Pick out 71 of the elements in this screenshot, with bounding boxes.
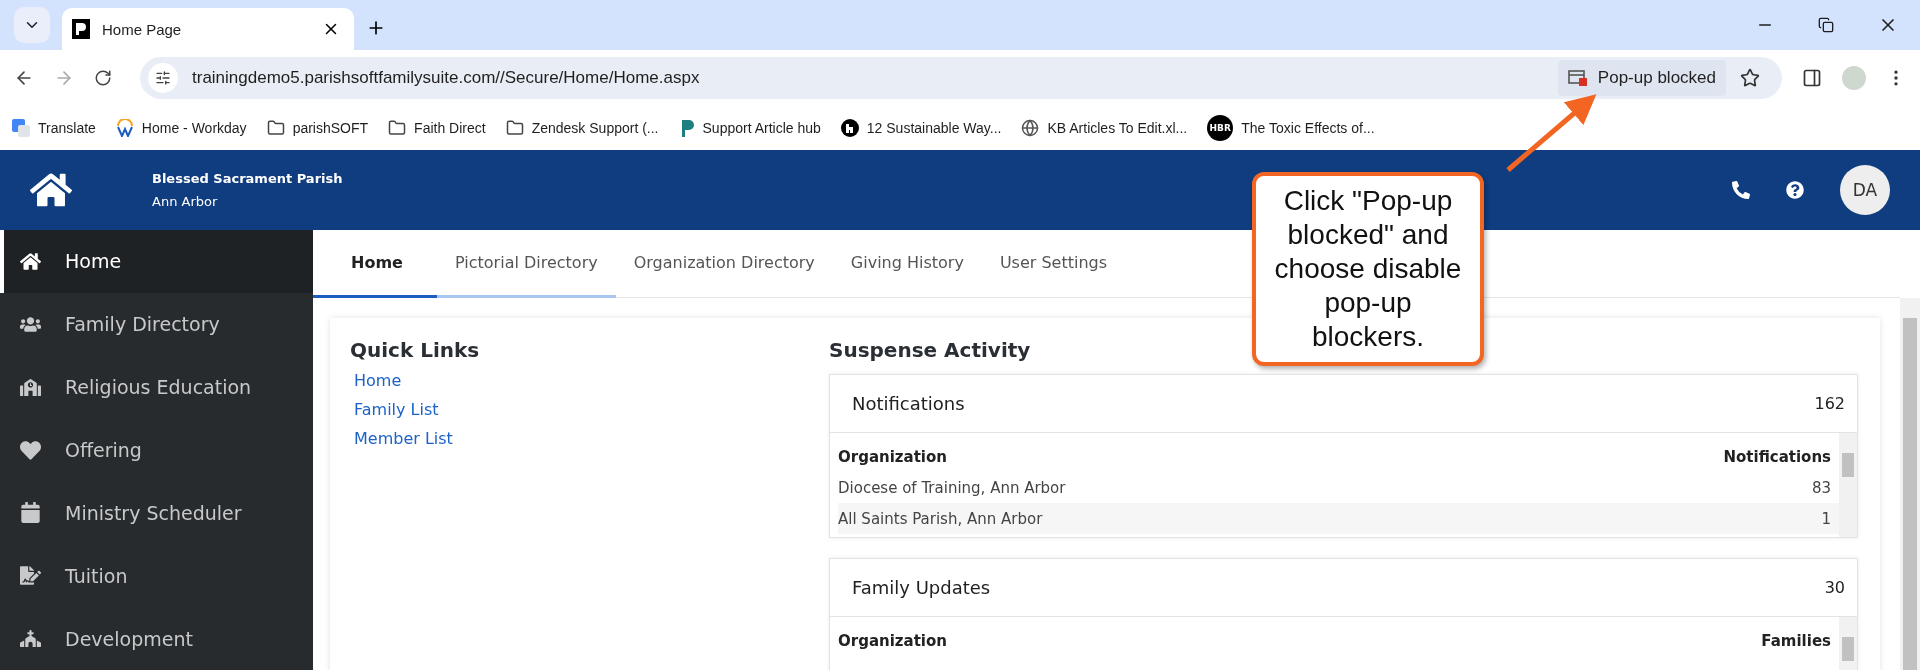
- side-panel-icon[interactable]: [1802, 68, 1822, 88]
- bookmark-link[interactable]: Faith Direct: [414, 120, 486, 136]
- phone-icon[interactable]: [1732, 181, 1750, 199]
- user-avatar[interactable]: DA: [1840, 165, 1890, 215]
- column-header: Families: [1761, 631, 1831, 650]
- nav-tab[interactable]: Organization Directory: [615, 230, 833, 298]
- parish-city: Ann Arbor: [152, 194, 219, 209]
- section-heading: Suspense Activity: [829, 338, 1031, 362]
- nav-tab[interactable]: User Settings: [981, 230, 1126, 298]
- quick-link[interactable]: Member List: [350, 424, 829, 453]
- folder-icon: [505, 119, 524, 137]
- scrollbar[interactable]: [1839, 433, 1857, 537]
- globe-icon: [1021, 119, 1040, 137]
- panel-count: 162: [1814, 394, 1845, 413]
- bookmark-star-icon[interactable]: [1740, 68, 1760, 88]
- table-cell: 1: [1821, 509, 1831, 528]
- popup-blocked-chip[interactable]: Pop-up blocked: [1557, 60, 1726, 96]
- sidebar-item[interactable]: Offering: [0, 418, 313, 482]
- scrollbar[interactable]: [1900, 298, 1920, 670]
- help-icon[interactable]: [1786, 181, 1804, 199]
- address-bar[interactable]: trainingdemo5.parishsoftfamilysuite.com//Secure/Home/Home.aspx Pop-up blocked: [140, 57, 1782, 99]
- sidebar-item[interactable]: Home: [0, 230, 313, 293]
- browser-tab[interactable]: Home Page: [62, 8, 354, 50]
- quick-link[interactable]: Home: [350, 366, 829, 395]
- blocked-window-icon: [1567, 69, 1588, 87]
- column-header: Organization: [838, 447, 947, 466]
- panel-title: Family Updates: [852, 577, 991, 598]
- sidebar-item[interactable]: Tuition: [0, 544, 313, 608]
- nav-tab[interactable]: Giving History: [832, 230, 982, 298]
- home-icon: [20, 250, 41, 272]
- bookmark-link[interactable]: The Toxic Effects of...: [1241, 120, 1375, 136]
- nav-tab[interactable]: Home: [313, 230, 437, 298]
- restore-icon[interactable]: [1818, 17, 1834, 33]
- table-cell: Diocese of Training, Ann Arbor: [838, 478, 1066, 497]
- parish-name: Blessed Sacrament Parish: [152, 171, 343, 186]
- church-icon: [20, 628, 41, 650]
- sidebar-item[interactable]: Ministry Scheduler: [0, 481, 313, 545]
- scrollbar[interactable]: [1839, 617, 1857, 670]
- bookmark-link[interactable]: Translate: [38, 120, 96, 136]
- callout-note: Click "Pop-up blocked" and choose disable pop-up blockers.: [1252, 172, 1484, 366]
- table-cell: 83: [1811, 478, 1831, 497]
- column-header: Organization: [838, 631, 947, 650]
- translate-icon: [12, 119, 30, 137]
- reload-icon[interactable]: [94, 69, 112, 87]
- signed-form-icon: [20, 565, 41, 587]
- school-icon: [20, 376, 41, 398]
- folder-icon: [266, 119, 285, 137]
- bookmark-link[interactable]: Support Article hub: [702, 120, 821, 136]
- folder-icon: [388, 119, 407, 137]
- calendar-icon: [20, 502, 41, 524]
- w-logo-icon: [115, 119, 134, 137]
- sidebar-item[interactable]: Family Directory: [0, 292, 313, 356]
- sidebar-item[interactable]: Religious Education: [0, 355, 313, 419]
- quick-link[interactable]: Family List: [350, 395, 829, 424]
- panel-count: 30: [1824, 578, 1845, 597]
- sidebar-item[interactable]: Development: [0, 607, 313, 670]
- table-cell: All Saints Parish, Ann Arbor: [838, 509, 1043, 528]
- p-logo-icon: [72, 19, 90, 39]
- site-info-icon[interactable]: [148, 63, 178, 93]
- bookmark-link[interactable]: parishSOFT: [292, 120, 369, 136]
- section-heading: Quick Links: [350, 338, 480, 362]
- bookmark-link[interactable]: Home - Workday: [141, 120, 247, 136]
- hbr-logo: HBR: [1207, 115, 1234, 141]
- bookmark-link[interactable]: KB Articles To Edit.xl...: [1047, 120, 1188, 136]
- column-header: Notifications: [1723, 447, 1831, 466]
- nav-tab[interactable]: Pictorial Directory: [437, 230, 616, 298]
- bookmark-link[interactable]: 12 Sustainable Way...: [866, 120, 1002, 136]
- bookmark-link[interactable]: Zendesk Support (...: [531, 120, 659, 136]
- house-logo-icon: [840, 119, 859, 137]
- heart-icon: [20, 439, 41, 461]
- panel-title: Notifications: [852, 393, 965, 414]
